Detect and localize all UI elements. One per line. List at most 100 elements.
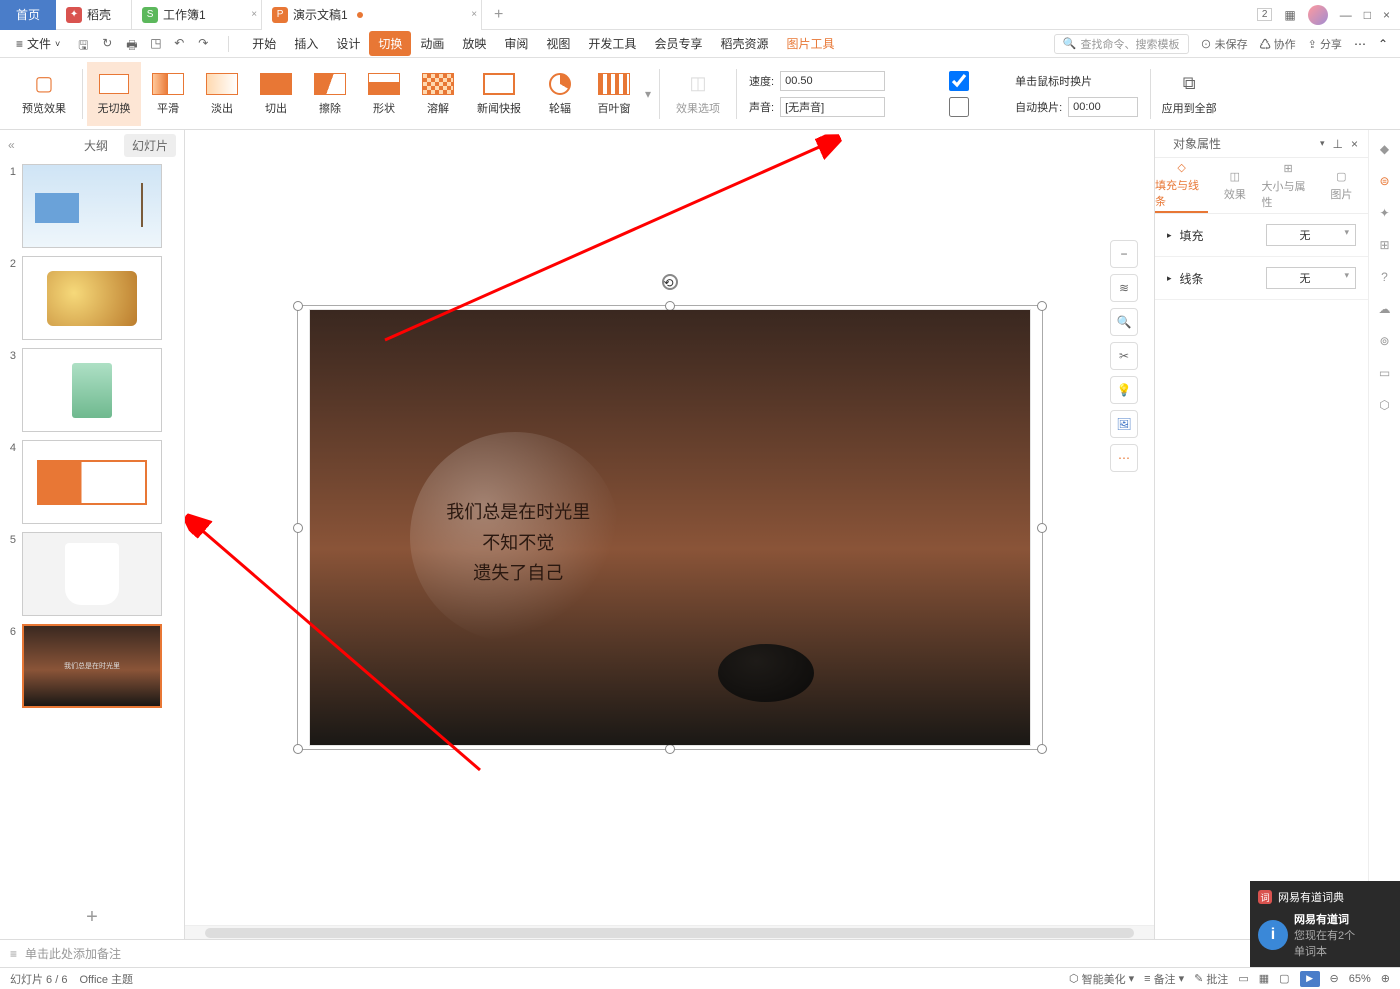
zoom-out-icon[interactable]: − <box>1110 240 1138 268</box>
close-icon[interactable]: × <box>471 9 477 20</box>
close-panel-icon[interactable]: × <box>1351 137 1358 151</box>
zoom-out-button[interactable]: ⊖ <box>1330 972 1339 985</box>
add-slide-button[interactable]: + <box>0 896 184 939</box>
maximize-icon[interactable]: □ <box>1364 8 1371 22</box>
slide-editor[interactable]: ⟲ 我们总是在时光里 不知不觉 遗失了自己 <box>185 130 1154 925</box>
tab-docer[interactable]: ✦ 稻壳 <box>56 0 132 30</box>
reading-view-icon[interactable]: ▢ <box>1279 972 1289 985</box>
sync-icon[interactable]: ↻ <box>102 36 118 52</box>
preview-button[interactable]: ▢ 预览效果 <box>10 62 78 126</box>
home-tab[interactable]: 首页 <box>0 0 56 30</box>
tab-animation[interactable]: 动画 <box>411 31 453 56</box>
tab-review[interactable]: 审阅 <box>495 31 537 56</box>
cloud-icon[interactable]: ☁ <box>1376 300 1394 318</box>
transition-shape[interactable]: 形状 <box>357 62 411 126</box>
unsaved-indicator[interactable]: ⊙ 未保存 <box>1201 36 1248 52</box>
slide-thumbnail[interactable] <box>22 164 162 248</box>
apps-icon[interactable]: ▦ <box>1284 8 1295 22</box>
slideshow-button[interactable]: ▶ <box>1300 971 1320 987</box>
transition-cut[interactable]: 切出 <box>249 62 303 126</box>
slide-thumbnail[interactable] <box>22 256 162 340</box>
tab-workbook[interactable]: S 工作簿1 × <box>132 0 262 30</box>
transition-fade[interactable]: 淡出 <box>195 62 249 126</box>
effects-tab[interactable]: ◫效果 <box>1208 158 1261 213</box>
tab-start[interactable]: 开始 <box>243 31 285 56</box>
resize-handle[interactable] <box>293 744 303 754</box>
transition-blinds[interactable]: 百叶窗 <box>587 62 641 126</box>
coop-button[interactable]: ♺ 协作 <box>1260 36 1296 52</box>
auto-advance-input[interactable]: 00:00 <box>1068 97 1138 117</box>
zoom-level[interactable]: 65% <box>1349 973 1371 985</box>
transition-wheel[interactable]: 轮辐 <box>533 62 587 126</box>
more-icon[interactable]: ⋯ <box>1110 444 1138 472</box>
tab-insert[interactable]: 插入 <box>285 31 327 56</box>
auto-advance-checkbox[interactable] <box>909 97 1009 117</box>
horizontal-scrollbar[interactable] <box>185 925 1154 939</box>
slide-thumbnail[interactable] <box>22 348 162 432</box>
avatar[interactable] <box>1308 5 1328 25</box>
collapse-panel-icon[interactable]: « <box>8 138 15 152</box>
zoom-in-button[interactable]: ⊕ <box>1381 972 1390 985</box>
zoom-icon[interactable]: 🔍 <box>1110 308 1138 336</box>
rotate-handle[interactable]: ⟲ <box>662 274 678 290</box>
sound-select[interactable]: [无声音] <box>780 97 885 117</box>
tab-presentation[interactable]: P 演示文稿1 × <box>262 0 482 30</box>
idea-icon[interactable]: 💡 <box>1110 376 1138 404</box>
slide-content[interactable]: 我们总是在时光里 不知不觉 遗失了自己 <box>310 310 1030 745</box>
transition-newsflash[interactable]: 新闻快报 <box>465 62 533 126</box>
search-input[interactable]: 🔍 查找命令、搜索模板 <box>1054 34 1189 54</box>
resize-handle[interactable] <box>293 523 303 533</box>
tab-view[interactable]: 视图 <box>537 31 579 56</box>
preview-icon[interactable]: ◳ <box>150 36 166 52</box>
pin-icon[interactable]: ⊥ <box>1333 137 1343 151</box>
slide-thumbnail[interactable]: 我们总是在时光里 <box>22 624 162 708</box>
tab-member[interactable]: 会员专享 <box>645 31 711 56</box>
layers-icon[interactable]: ≋ <box>1110 274 1138 302</box>
resize-handle[interactable] <box>293 301 303 311</box>
close-icon[interactable]: × <box>251 9 257 20</box>
effect-options-button[interactable]: ◫ 效果选项 <box>664 62 732 126</box>
layout-icon[interactable]: ⊞ <box>1376 236 1394 254</box>
slides-tab[interactable]: 幻灯片 <box>124 134 176 157</box>
sorter-view-icon[interactable]: ▦ <box>1259 972 1269 985</box>
slide-thumbnail[interactable] <box>22 532 162 616</box>
resize-handle[interactable] <box>665 744 675 754</box>
transition-wipe[interactable]: 擦除 <box>303 62 357 126</box>
notes-button[interactable]: ≡ 备注 ▾ <box>1144 971 1184 987</box>
cube-icon[interactable]: ⬡ <box>1376 396 1394 414</box>
normal-view-icon[interactable]: ▭ <box>1238 972 1248 985</box>
dictionary-popup[interactable]: 词网易有道词典 i 网易有道词 您现在有2个 单词本 <box>1250 881 1400 967</box>
badge-icon[interactable]: 2 <box>1257 8 1273 21</box>
help-icon[interactable]: ? <box>1376 268 1394 286</box>
thumbnails-list[interactable]: 1 2 3 4 5 6我们总是在时光里 <box>0 160 184 896</box>
resize-handle[interactable] <box>1037 301 1047 311</box>
crop-icon[interactable]: ✂ <box>1110 342 1138 370</box>
minimize-icon[interactable]: — <box>1340 8 1352 22</box>
tab-transition[interactable]: 切换 <box>369 31 411 56</box>
tab-design[interactable]: 设计 <box>327 31 369 56</box>
tab-picture-tools[interactable]: 图片工具 <box>777 31 843 56</box>
outline-tab[interactable]: 大纲 <box>76 134 116 157</box>
star-icon[interactable]: ✦ <box>1376 204 1394 222</box>
size-props-tab[interactable]: ⊞大小与属性 <box>1262 158 1315 213</box>
popup-action[interactable]: 单词本 <box>1294 943 1355 959</box>
save-icon[interactable]: 🖫 <box>78 36 94 52</box>
fill-select[interactable]: 无 <box>1266 224 1356 246</box>
click-advance-checkbox[interactable] <box>909 71 1009 91</box>
tab-slideshow[interactable]: 放映 <box>453 31 495 56</box>
close-window-icon[interactable]: × <box>1383 8 1390 22</box>
print-icon[interactable]: 🖶 <box>126 36 142 52</box>
tool-icon[interactable]: ◆ <box>1376 140 1394 158</box>
resize-handle[interactable] <box>1037 744 1047 754</box>
transition-morph[interactable]: 平滑 <box>141 62 195 126</box>
more-icon[interactable]: ⋯ <box>1354 37 1366 51</box>
transitions-more-icon[interactable]: ▾ <box>641 87 655 101</box>
file-menu[interactable]: ≡ 文件 ˅ <box>8 35 68 52</box>
apply-all-button[interactable]: ⧉ 应用到全部 <box>1155 62 1223 126</box>
redo-icon[interactable]: ↷ <box>198 36 214 52</box>
location-icon[interactable]: ⊚ <box>1376 332 1394 350</box>
undo-icon[interactable]: ↶ <box>174 36 190 52</box>
line-select[interactable]: 无 <box>1266 267 1356 289</box>
tab-developer[interactable]: 开发工具 <box>579 31 645 56</box>
transition-dissolve[interactable]: 溶解 <box>411 62 465 126</box>
